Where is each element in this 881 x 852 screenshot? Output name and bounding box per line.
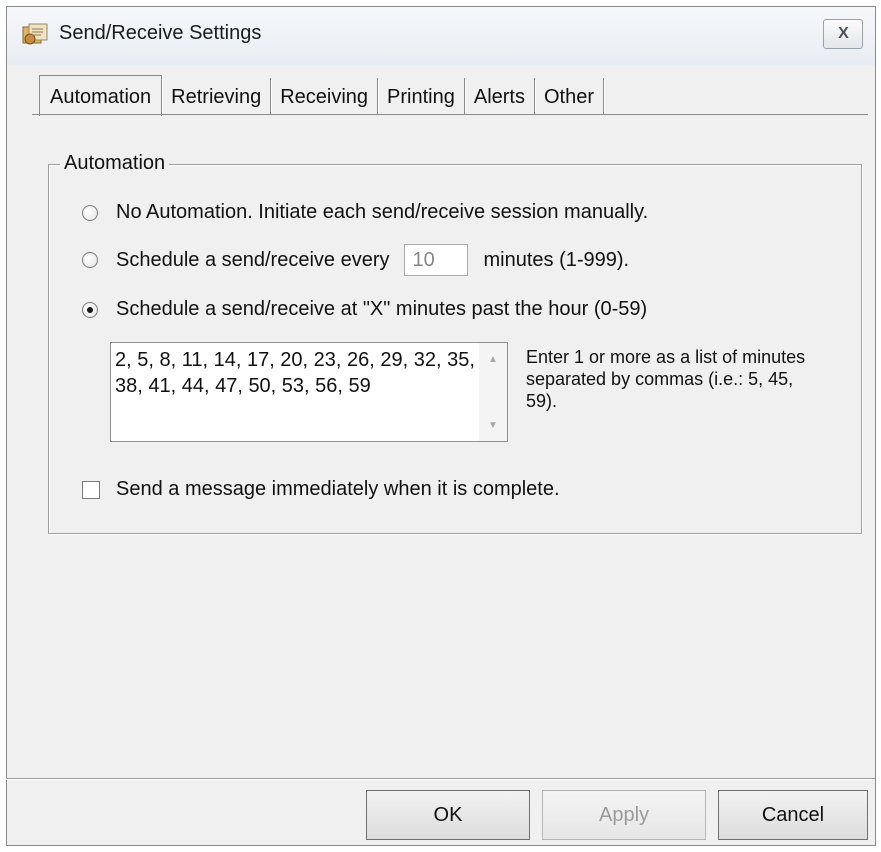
- schedule-past-hour-radio[interactable]: [82, 301, 98, 318]
- send-immediately-label: Send a message immediately when it is co…: [116, 478, 560, 500]
- minutes-list-text: 2, 5, 8, 11, 14, 17, 20, 23, 26, 29, 32,…: [115, 349, 475, 397]
- tab-receiving[interactable]: Receiving: [271, 78, 379, 115]
- app-icon: [22, 23, 48, 45]
- tab-automation[interactable]: Automation: [39, 75, 163, 116]
- schedule-every-option[interactable]: Schedule a send/receive every minutes (1…: [82, 244, 629, 276]
- close-icon: X: [838, 25, 849, 42]
- minutes-list-textarea[interactable]: 2, 5, 8, 11, 14, 17, 20, 23, 26, 29, 32,…: [110, 342, 508, 442]
- minutes-hint: Enter 1 or more as a list of minutes sep…: [526, 347, 806, 411]
- send-immediately-option[interactable]: Send a message immediately when it is co…: [82, 478, 560, 501]
- no-automation-label: No Automation. Initiate each send/receiv…: [116, 201, 649, 223]
- ok-button[interactable]: OK: [366, 790, 530, 840]
- no-automation-option[interactable]: No Automation. Initiate each send/receiv…: [82, 201, 648, 224]
- scroll-down-icon[interactable]: ▼: [479, 415, 507, 435]
- tab-other[interactable]: Other: [535, 78, 605, 115]
- schedule-every-radio[interactable]: [82, 252, 98, 268]
- tab-alerts[interactable]: Alerts: [465, 78, 535, 115]
- close-button[interactable]: X: [823, 19, 863, 49]
- schedule-every-label: Schedule a send/receive every: [116, 248, 390, 271]
- tab-printing[interactable]: Printing: [378, 78, 465, 115]
- tab-retrieving[interactable]: Retrieving: [162, 78, 272, 115]
- minutes-interval-input[interactable]: [403, 244, 468, 276]
- tab-strip: Automation Retrieving Receiving Printing…: [39, 75, 605, 116]
- schedule-past-hour-label: Schedule a send/receive at "X" minutes p…: [116, 298, 648, 320]
- cancel-button[interactable]: Cancel: [718, 790, 868, 840]
- minutes-list-scrollbar[interactable]: ▲ ▼: [479, 343, 507, 441]
- automation-group-title: Automation: [60, 152, 170, 175]
- scroll-up-icon[interactable]: ▲: [479, 349, 507, 369]
- no-automation-radio[interactable]: [82, 204, 98, 221]
- button-separator: [6, 778, 875, 780]
- schedule-past-hour-option[interactable]: Schedule a send/receive at "X" minutes p…: [82, 298, 647, 321]
- schedule-every-unit: minutes (1-999).: [483, 248, 630, 271]
- apply-button[interactable]: Apply: [542, 790, 706, 840]
- title-bar: Send/Receive Settings X: [7, 7, 875, 65]
- window-title: Send/Receive Settings: [59, 22, 262, 44]
- send-immediately-checkbox[interactable]: [82, 480, 100, 499]
